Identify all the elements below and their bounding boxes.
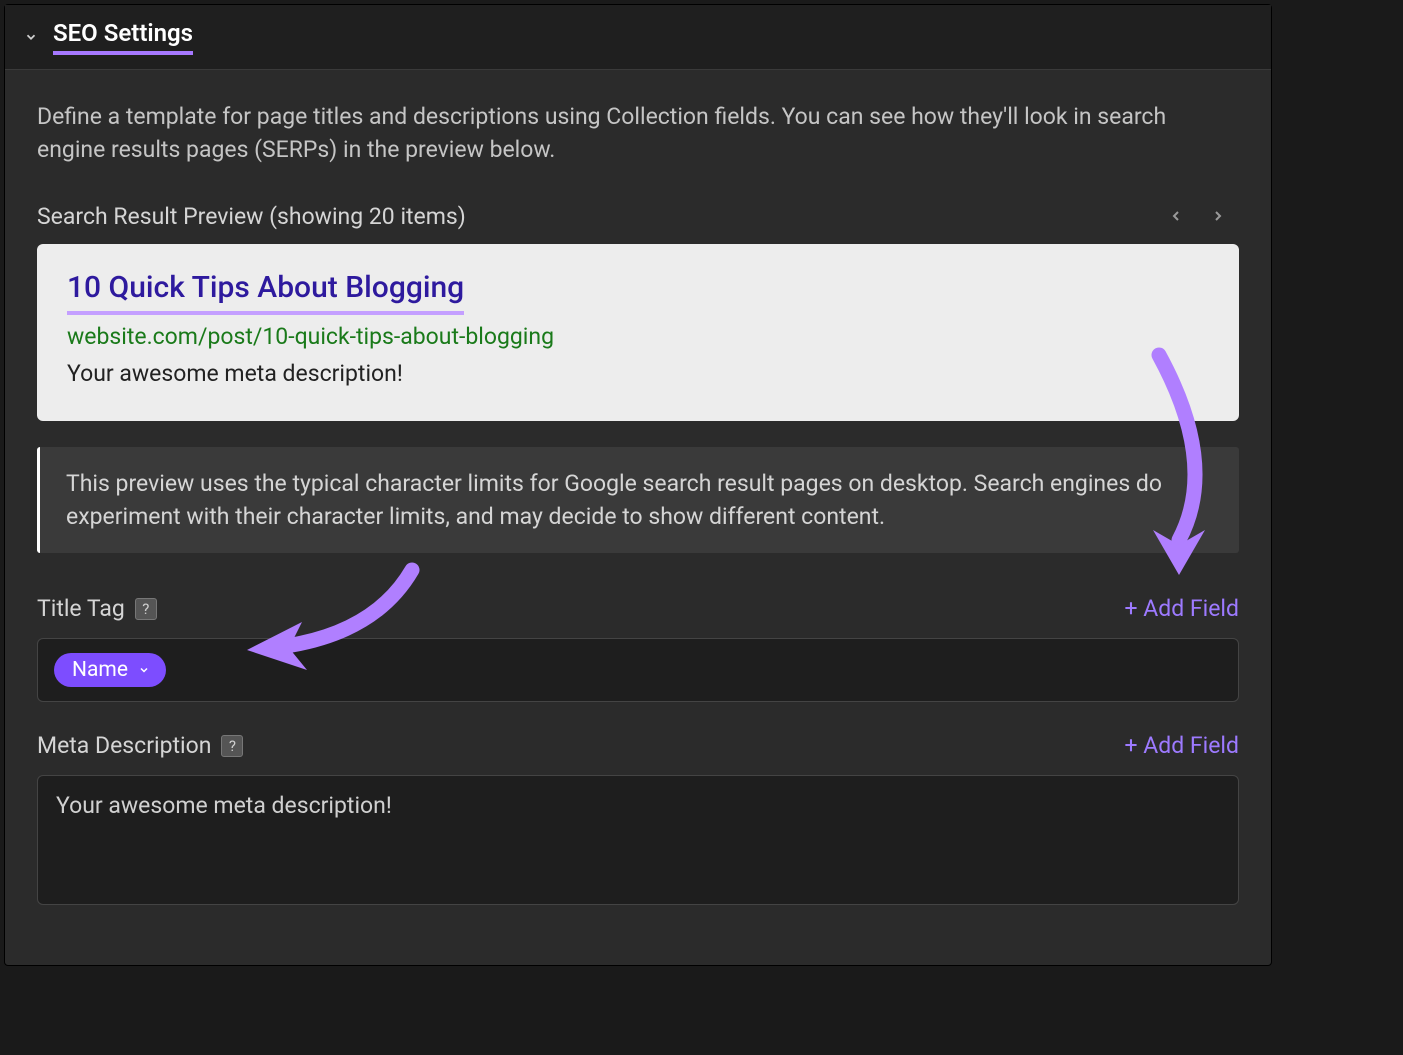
next-arrow-icon[interactable] [1207,205,1229,227]
preview-nav [1165,205,1239,227]
meta-description-input[interactable]: Your awesome meta description! [37,775,1239,905]
panel-header[interactable]: SEO Settings [5,5,1271,70]
add-field-button[interactable]: + Add Field [1125,732,1239,759]
meta-description-label: Meta Description [37,732,211,759]
title-tag-input[interactable]: Name [37,638,1239,702]
panel-title: SEO Settings [53,19,193,55]
meta-description-section: Meta Description ? + Add Field Your awes… [37,732,1239,905]
serp-title: 10 Quick Tips About Blogging [67,270,464,315]
intro-text: Define a template for page titles and de… [37,100,1239,167]
help-icon[interactable]: ? [135,598,157,620]
title-tag-label: Title Tag [37,595,125,622]
chevron-down-icon [23,29,39,45]
add-field-button[interactable]: + Add Field [1125,595,1239,622]
info-note: This preview uses the typical character … [37,447,1239,554]
serp-url: website.com/post/10-quick-tips-about-blo… [67,323,1209,350]
pill-label: Name [72,658,128,682]
title-tag-section: Title Tag ? + Add Field Name [37,595,1239,702]
meta-description-value: Your awesome meta description! [56,792,392,819]
name-field-pill[interactable]: Name [54,653,166,687]
chevron-down-icon [138,664,150,676]
help-icon[interactable]: ? [221,735,243,757]
serp-preview-card: 10 Quick Tips About Blogging website.com… [37,244,1239,421]
panel-body: Define a template for page titles and de… [5,70,1271,965]
prev-arrow-icon[interactable] [1165,205,1187,227]
serp-description: Your awesome meta description! [67,360,1209,387]
preview-label: Search Result Preview (showing 20 items) [37,203,466,230]
title-tag-header: Title Tag ? + Add Field [37,595,1239,622]
meta-description-header: Meta Description ? + Add Field [37,732,1239,759]
preview-header-row: Search Result Preview (showing 20 items) [37,203,1239,230]
seo-settings-panel: SEO Settings Define a template for page … [4,4,1272,966]
